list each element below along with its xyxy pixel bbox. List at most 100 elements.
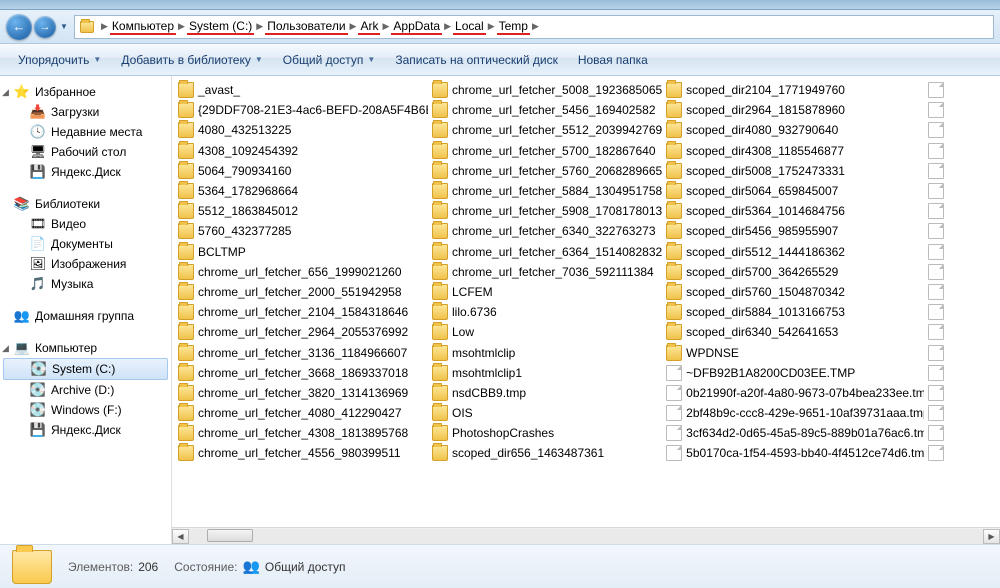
crumb-temp[interactable]: Temp bbox=[497, 19, 530, 35]
sidebar-item-yandex-disk-drive[interactable]: 💾Яндекс.Диск bbox=[0, 420, 171, 440]
sidebar-favorites-header[interactable]: ◢⭐Избранное bbox=[0, 82, 171, 102]
file-item[interactable] bbox=[928, 242, 994, 262]
navigation-pane[interactable]: ◢⭐Избранное 📥Загрузки 🕓Недавние места 🖥Р… bbox=[0, 76, 172, 544]
forward-button[interactable]: → bbox=[34, 16, 56, 38]
burn-button[interactable]: Записать на оптический диск bbox=[387, 49, 566, 71]
file-item[interactable] bbox=[928, 423, 994, 443]
file-item[interactable]: scoped_dir656_1463487361 bbox=[432, 443, 662, 463]
file-item[interactable]: chrome_url_fetcher_5700_182867640 bbox=[432, 141, 662, 161]
crumb-system-c[interactable]: System (C:) bbox=[187, 19, 254, 35]
crumb-ark[interactable]: Ark bbox=[358, 19, 380, 35]
file-item[interactable]: lilo.6736 bbox=[432, 302, 662, 322]
file-item[interactable]: chrome_url_fetcher_6364_1514082832 bbox=[432, 242, 662, 262]
file-item[interactable] bbox=[928, 282, 994, 302]
file-item[interactable] bbox=[928, 322, 994, 342]
file-item[interactable] bbox=[928, 443, 994, 463]
file-item[interactable]: chrome_url_fetcher_2104_1584318646 bbox=[178, 302, 428, 322]
file-item[interactable]: 4308_1092454392 bbox=[178, 141, 428, 161]
file-item[interactable]: 5b0170ca-1f54-4593-bb40-4f4512ce74d6.tmp bbox=[666, 443, 924, 463]
file-item[interactable] bbox=[928, 383, 994, 403]
file-item[interactable]: scoped_dir2964_1815878960 bbox=[666, 100, 924, 120]
scroll-right-button[interactable]: ▶ bbox=[983, 529, 1000, 544]
file-item[interactable] bbox=[928, 161, 994, 181]
sidebar-item-downloads[interactable]: 📥Загрузки bbox=[0, 102, 171, 122]
sidebar-item-desktop[interactable]: 🖥Рабочий стол bbox=[0, 142, 171, 162]
file-item[interactable]: scoped_dir5064_659845007 bbox=[666, 181, 924, 201]
file-item[interactable]: scoped_dir5008_1752473331 bbox=[666, 161, 924, 181]
sidebar-item-archive-d[interactable]: 💽Archive (D:) bbox=[0, 380, 171, 400]
back-button[interactable]: ← bbox=[6, 14, 32, 40]
file-item[interactable]: nsdCBB9.tmp bbox=[432, 383, 662, 403]
file-item[interactable]: WPDNSE bbox=[666, 342, 924, 362]
file-item[interactable]: BCLTMP bbox=[178, 242, 428, 262]
file-item[interactable] bbox=[928, 302, 994, 322]
file-item[interactable]: chrome_url_fetcher_5008_1923685065 bbox=[432, 80, 662, 100]
file-item[interactable] bbox=[928, 262, 994, 282]
address-bar[interactable]: ▶ Компьютер ▶ System (C:) ▶ Пользователи… bbox=[74, 15, 994, 39]
file-item[interactable]: chrome_url_fetcher_5512_2039942769 bbox=[432, 120, 662, 140]
file-item[interactable]: 3cf634d2-0d65-45a5-89c5-889b01a76ac6.tmp bbox=[666, 423, 924, 443]
file-item[interactable]: chrome_url_fetcher_2964_2055376992 bbox=[178, 322, 428, 342]
file-item[interactable]: chrome_url_fetcher_2000_551942958 bbox=[178, 282, 428, 302]
expander-icon[interactable]: ◢ bbox=[2, 343, 9, 354]
file-item[interactable]: chrome_url_fetcher_4080_412290427 bbox=[178, 403, 428, 423]
sidebar-libraries-header[interactable]: 📚Библиотеки bbox=[0, 194, 171, 214]
file-item[interactable] bbox=[928, 221, 994, 241]
sidebar-computer-header[interactable]: ◢💻Компьютер bbox=[0, 338, 171, 358]
sidebar-item-video[interactable]: 🎞Видео bbox=[0, 214, 171, 234]
file-item[interactable] bbox=[928, 141, 994, 161]
sidebar-homegroup-header[interactable]: 👥Домашняя группа bbox=[0, 306, 171, 326]
file-item[interactable]: Low bbox=[432, 322, 662, 342]
file-item[interactable]: ~DFB92B1A8200CD03EE.TMP bbox=[666, 363, 924, 383]
file-item[interactable]: msohtmlclip bbox=[432, 342, 662, 362]
file-item[interactable]: 5064_790934160 bbox=[178, 161, 428, 181]
scroll-left-button[interactable]: ◀ bbox=[172, 529, 189, 544]
file-item[interactable]: scoped_dir5456_985955907 bbox=[666, 221, 924, 241]
file-item[interactable]: LCFEM bbox=[432, 282, 662, 302]
add-to-library-button[interactable]: Добавить в библиотеку▼ bbox=[113, 49, 270, 71]
file-item[interactable] bbox=[928, 100, 994, 120]
crumb-computer[interactable]: Компьютер bbox=[110, 19, 176, 35]
crumb-users[interactable]: Пользователи bbox=[265, 19, 347, 35]
file-item[interactable]: chrome_url_fetcher_6340_322763273 bbox=[432, 221, 662, 241]
file-item[interactable]: 2bf48b9c-ccc8-429e-9651-10af39731aaa.tmp bbox=[666, 403, 924, 423]
file-item[interactable]: 5760_432377285 bbox=[178, 221, 428, 241]
organize-button[interactable]: Упорядочить▼ bbox=[10, 49, 109, 71]
file-item[interactable]: 4080_432513225 bbox=[178, 120, 428, 140]
file-item[interactable]: scoped_dir2104_1771949760 bbox=[666, 80, 924, 100]
file-item[interactable]: scoped_dir4308_1185546877 bbox=[666, 141, 924, 161]
file-item[interactable]: chrome_url_fetcher_4308_1813895768 bbox=[178, 423, 428, 443]
file-item[interactable]: chrome_url_fetcher_656_1999021260 bbox=[178, 262, 428, 282]
file-item[interactable]: scoped_dir5884_1013166753 bbox=[666, 302, 924, 322]
file-item[interactable] bbox=[928, 120, 994, 140]
file-item[interactable] bbox=[928, 181, 994, 201]
horizontal-scrollbar[interactable]: ◀ ▶ bbox=[172, 527, 1000, 544]
file-item[interactable]: msohtmlclip1 bbox=[432, 363, 662, 383]
new-folder-button[interactable]: Новая папка bbox=[570, 49, 656, 71]
sidebar-item-music[interactable]: 🎵Музыка bbox=[0, 274, 171, 294]
history-dropdown[interactable]: ▼ bbox=[58, 17, 70, 37]
sidebar-item-yandex-disk[interactable]: 💾Яндекс.Диск bbox=[0, 162, 171, 182]
file-item[interactable] bbox=[928, 363, 994, 383]
file-item[interactable]: chrome_url_fetcher_7036_592111384 bbox=[432, 262, 662, 282]
file-item[interactable]: scoped_dir4080_932790640 bbox=[666, 120, 924, 140]
file-list[interactable]: _avast_{29DDF708-21E3-4ac6-BEFD-208A5F4B… bbox=[172, 76, 1000, 527]
file-item[interactable]: chrome_url_fetcher_3668_1869337018 bbox=[178, 363, 428, 383]
share-button[interactable]: Общий доступ▼ bbox=[275, 49, 384, 71]
expander-icon[interactable]: ◢ bbox=[2, 87, 9, 98]
sidebar-item-images[interactable]: 🖼Изображения bbox=[0, 254, 171, 274]
file-item[interactable]: chrome_url_fetcher_5760_2068289665 bbox=[432, 161, 662, 181]
file-item[interactable] bbox=[928, 403, 994, 423]
file-item[interactable] bbox=[928, 201, 994, 221]
file-item[interactable]: scoped_dir6340_542641653 bbox=[666, 322, 924, 342]
file-item[interactable]: 5364_1782968664 bbox=[178, 181, 428, 201]
sidebar-item-windows-f[interactable]: 💽Windows (F:) bbox=[0, 400, 171, 420]
sidebar-item-documents[interactable]: 📄Документы bbox=[0, 234, 171, 254]
file-item[interactable] bbox=[928, 80, 994, 100]
scroll-thumb[interactable] bbox=[207, 529, 253, 542]
file-item[interactable]: chrome_url_fetcher_5908_1708178013 bbox=[432, 201, 662, 221]
file-item[interactable]: OIS bbox=[432, 403, 662, 423]
file-item[interactable]: chrome_url_fetcher_3136_1184966607 bbox=[178, 342, 428, 362]
file-item[interactable]: chrome_url_fetcher_3820_1314136969 bbox=[178, 383, 428, 403]
scroll-track[interactable] bbox=[189, 529, 983, 544]
